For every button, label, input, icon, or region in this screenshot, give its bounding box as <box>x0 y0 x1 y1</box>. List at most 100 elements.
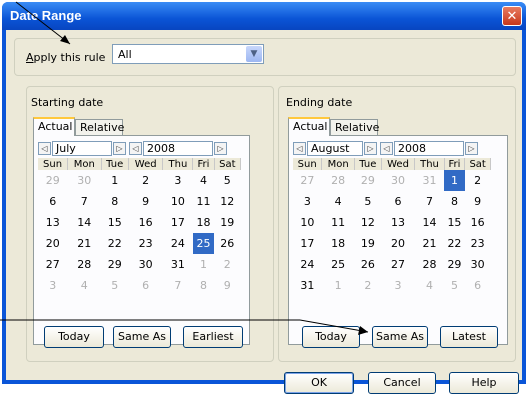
tab-actual[interactable]: Actual <box>288 117 330 136</box>
day-cell[interactable]: 23 <box>128 233 163 254</box>
tab-relative[interactable]: Relative <box>330 119 379 136</box>
day-cell[interactable]: 15 <box>444 212 465 233</box>
chevron-down-icon[interactable]: ▼ <box>246 46 262 62</box>
day-cell[interactable]: 2 <box>128 170 163 191</box>
next-month-button[interactable]: ▷ <box>113 142 126 155</box>
day-cell[interactable]: 6 <box>38 191 68 212</box>
day-cell[interactable]: 8 <box>193 275 214 296</box>
day-cell[interactable]: 28 <box>415 254 444 275</box>
ok-button[interactable]: OK <box>284 372 354 394</box>
day-cell[interactable]: 2 <box>465 170 491 191</box>
prev-year-button[interactable]: ◁ <box>129 142 142 155</box>
day-cell[interactable]: 20 <box>381 233 415 254</box>
day-cell[interactable]: 21 <box>68 233 101 254</box>
day-cell[interactable]: 24 <box>163 233 193 254</box>
apply-rule-select[interactable]: All ▼ <box>112 44 264 64</box>
day-cell[interactable]: 14 <box>68 212 101 233</box>
day-cell[interactable]: 26 <box>214 233 240 254</box>
year-field[interactable]: 2008 <box>143 141 213 156</box>
help-button[interactable]: Help <box>449 372 519 394</box>
day-cell[interactable]: 1 <box>101 170 128 191</box>
day-cell[interactable]: 4 <box>193 170 214 191</box>
day-cell[interactable]: 14 <box>415 212 444 233</box>
day-cell[interactable]: 10 <box>163 191 193 212</box>
day-cell[interactable]: 13 <box>381 212 415 233</box>
day-cell[interactable]: 8 <box>444 191 465 212</box>
day-cell[interactable]: 8 <box>101 191 128 212</box>
next-year-button[interactable]: ▷ <box>214 142 227 155</box>
day-cell[interactable]: 9 <box>128 191 163 212</box>
day-cell[interactable]: 18 <box>322 233 355 254</box>
next-year-button[interactable]: ▷ <box>465 142 478 155</box>
day-cell[interactable]: 5 <box>214 170 240 191</box>
day-cell[interactable]: 5 <box>444 275 465 296</box>
day-cell[interactable]: 29 <box>354 170 381 191</box>
day-cell[interactable]: 1 <box>193 254 214 275</box>
day-cell[interactable]: 28 <box>68 254 101 275</box>
selected-day-cell[interactable]: 25 <box>192 233 215 254</box>
day-cell[interactable]: 17 <box>163 212 193 233</box>
day-cell[interactable]: 31 <box>163 254 193 275</box>
selected-day-cell[interactable]: 1 <box>444 170 465 191</box>
day-cell[interactable]: 30 <box>128 254 163 275</box>
day-cell[interactable]: 30 <box>465 254 491 275</box>
same-as-button[interactable]: Same As <box>372 326 428 348</box>
day-cell[interactable]: 21 <box>415 233 444 254</box>
earliest-button[interactable]: Earliest <box>183 326 243 348</box>
day-cell[interactable]: 9 <box>465 191 491 212</box>
latest-button[interactable]: Latest <box>440 326 498 348</box>
day-cell[interactable]: 29 <box>101 254 128 275</box>
month-field[interactable]: July <box>52 141 112 156</box>
day-cell[interactable]: 5 <box>101 275 128 296</box>
day-cell[interactable]: 2 <box>214 254 240 275</box>
day-cell[interactable]: 28 <box>322 170 355 191</box>
day-cell[interactable]: 13 <box>38 212 68 233</box>
day-cell[interactable]: 29 <box>38 170 68 191</box>
day-cell[interactable]: 27 <box>38 254 68 275</box>
day-cell[interactable]: 7 <box>415 191 444 212</box>
day-cell[interactable]: 30 <box>68 170 101 191</box>
title-bar[interactable]: Date Range ✕ <box>2 2 526 30</box>
day-cell[interactable]: 18 <box>193 212 214 233</box>
day-cell[interactable]: 19 <box>354 233 381 254</box>
day-cell[interactable]: 12 <box>354 212 381 233</box>
day-cell[interactable]: 3 <box>293 191 322 212</box>
day-cell[interactable]: 2 <box>354 275 381 296</box>
day-cell[interactable]: 7 <box>163 275 193 296</box>
day-cell[interactable]: 30 <box>381 170 415 191</box>
day-cell[interactable]: 4 <box>322 191 355 212</box>
tab-relative[interactable]: Relative <box>75 119 124 136</box>
prev-month-button[interactable]: ◁ <box>38 142 51 155</box>
day-cell[interactable]: 19 <box>214 212 240 233</box>
day-cell[interactable]: 4 <box>415 275 444 296</box>
prev-year-button[interactable]: ◁ <box>380 142 393 155</box>
day-cell[interactable]: 22 <box>444 233 465 254</box>
day-cell[interactable]: 12 <box>214 191 240 212</box>
day-cell[interactable]: 11 <box>322 212 355 233</box>
cancel-button[interactable]: Cancel <box>368 372 436 394</box>
day-cell[interactable]: 9 <box>214 275 240 296</box>
today-button[interactable]: Today <box>44 326 104 348</box>
day-cell[interactable]: 3 <box>381 275 415 296</box>
day-cell[interactable]: 11 <box>193 191 214 212</box>
day-cell[interactable]: 6 <box>381 191 415 212</box>
day-cell[interactable]: 29 <box>444 254 465 275</box>
prev-month-button[interactable]: ◁ <box>293 142 306 155</box>
day-cell[interactable]: 4 <box>68 275 101 296</box>
day-cell[interactable]: 27 <box>381 254 415 275</box>
tab-actual[interactable]: Actual <box>33 117 75 136</box>
year-field[interactable]: 2008 <box>394 141 464 156</box>
next-month-button[interactable]: ▷ <box>364 142 377 155</box>
day-cell[interactable]: 31 <box>415 170 444 191</box>
day-cell[interactable]: 16 <box>465 212 491 233</box>
day-cell[interactable]: 27 <box>293 170 322 191</box>
day-cell[interactable]: 22 <box>101 233 128 254</box>
day-cell[interactable]: 3 <box>38 275 68 296</box>
day-cell[interactable]: 26 <box>354 254 381 275</box>
month-field[interactable]: August <box>307 141 363 156</box>
same-as-button[interactable]: Same As <box>113 326 171 348</box>
day-cell[interactable]: 17 <box>293 233 322 254</box>
day-cell[interactable]: 7 <box>68 191 101 212</box>
day-cell[interactable]: 6 <box>465 275 491 296</box>
day-cell[interactable]: 31 <box>293 275 322 296</box>
